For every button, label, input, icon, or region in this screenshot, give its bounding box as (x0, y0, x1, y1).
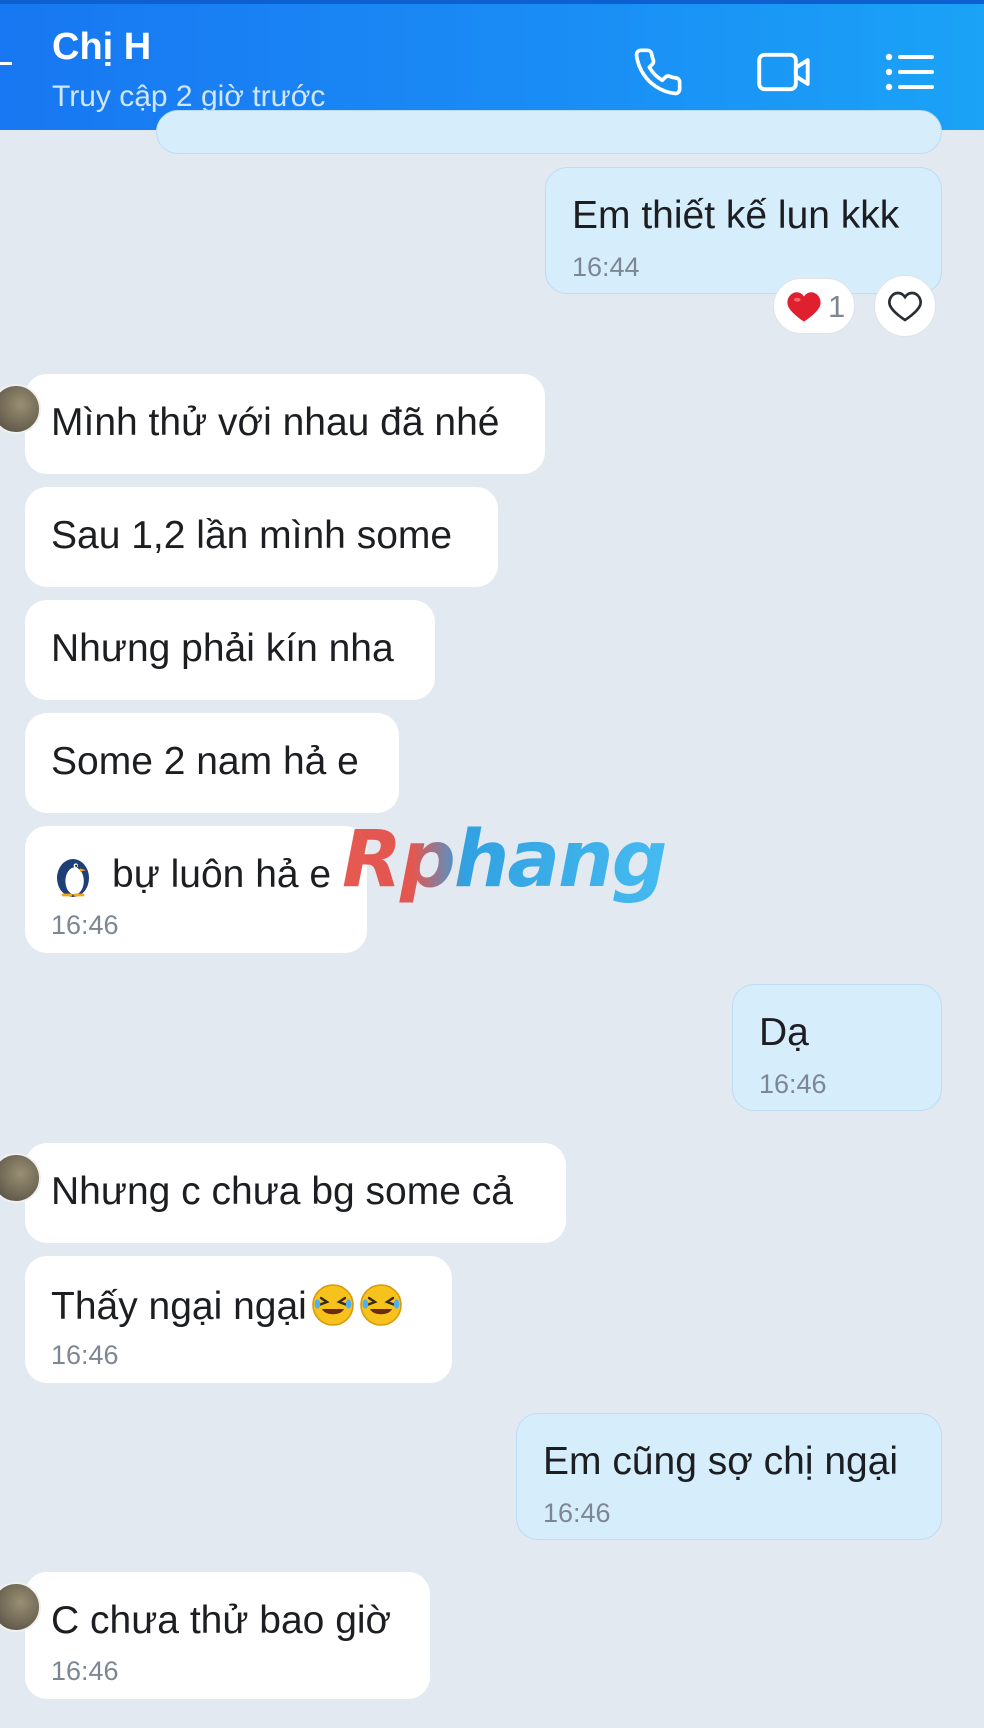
avatar[interactable] (0, 1582, 41, 1632)
message-bubble-outgoing[interactable]: Dạ 16:46 (732, 984, 942, 1111)
heart-reaction-icon (786, 290, 822, 328)
message-text: Sau 1,2 lần mình some (51, 514, 453, 557)
message-time: 16:46 (51, 910, 119, 940)
message-bubble-incoming[interactable]: Sau 1,2 lần mình some (25, 487, 498, 587)
message-text-content: Thấy ngại ngại (51, 1285, 307, 1328)
message-text: Thấy ngại ngại (51, 1283, 403, 1329)
video-call-icon[interactable] (756, 44, 812, 100)
message-time: 16:44 (572, 252, 640, 282)
header-accent-line (0, 0, 984, 4)
reaction-summary[interactable]: 1 (773, 278, 855, 334)
penguin-icon (51, 852, 95, 898)
message-bubble-incoming[interactable]: C chưa thử bao giờ 16:46 (0, 1572, 430, 1699)
reaction-count: 1 (828, 289, 846, 324)
message-bubble-outgoing[interactable]: Em cũng sợ chị ngại 16:46 (516, 1413, 942, 1540)
message-text: Em cũng sợ chị ngại (543, 1440, 899, 1483)
message-text: bự luôn hả e (112, 853, 332, 896)
message-bubble-incoming[interactable]: Mình thử với nhau đã nhé (0, 374, 545, 474)
previous-message-bubble[interactable] (156, 110, 942, 154)
contact-name[interactable]: Chị H (52, 26, 151, 69)
watermark-logo: Rphang (342, 815, 667, 905)
message-time: 16:46 (51, 1340, 119, 1370)
message-text: Em thiết kế lun kkk (572, 194, 900, 237)
message-text: Nhưng c chưa bg some cả (51, 1170, 513, 1213)
message-text: Nhưng phải kín nha (51, 627, 394, 670)
menu-list-icon[interactable] (882, 44, 938, 100)
back-arrow-icon[interactable] (0, 62, 12, 65)
message-text: C chưa thử bao giờ (51, 1599, 392, 1642)
message-bubble-incoming[interactable]: Nhưng phải kín nha (25, 600, 435, 700)
message-time: 16:46 (759, 1069, 827, 1099)
avatar[interactable] (0, 384, 41, 434)
message-bubble-incoming[interactable]: Thấy ngại ngại 16:46 (25, 1256, 452, 1383)
message-bubble-incoming[interactable]: Nhưng c chưa bg some cả (0, 1143, 566, 1243)
message-text: Dạ (759, 1011, 809, 1054)
rofl-emoji (311, 1283, 355, 1327)
message-time: 16:46 (543, 1498, 611, 1528)
rofl-emoji (359, 1283, 403, 1327)
message-bubble-incoming[interactable]: Some 2 nam hả e (25, 713, 399, 813)
message-bubble-outgoing[interactable]: Em thiết kế lun kkk 16:44 (545, 167, 942, 294)
message-text: Mình thử với nhau đã nhé (51, 401, 500, 444)
contact-status: Truy cập 2 giờ trước (52, 80, 326, 113)
phone-icon[interactable] (630, 44, 686, 100)
message-text: Some 2 nam hả e (51, 740, 359, 783)
avatar[interactable] (0, 1153, 41, 1203)
message-bubble-incoming[interactable]: bự luôn hả e 16:46 (25, 826, 367, 953)
add-reaction-heart-icon[interactable] (874, 275, 936, 337)
message-time: 16:46 (51, 1656, 119, 1686)
